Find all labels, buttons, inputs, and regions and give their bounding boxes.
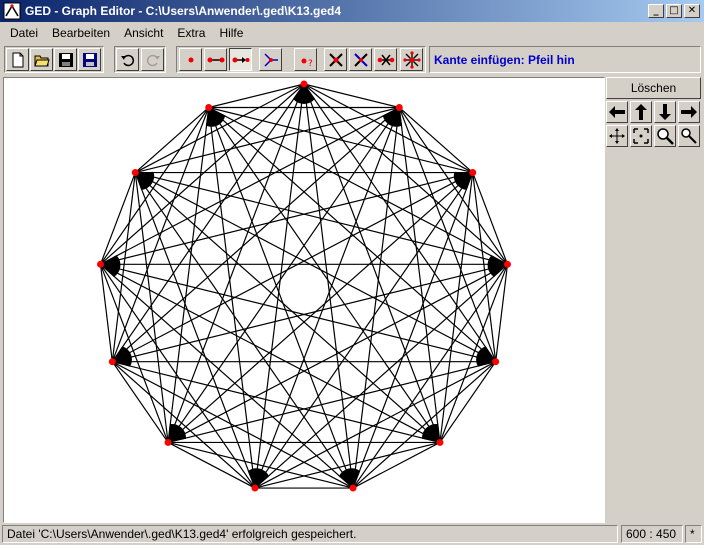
move-node-icon	[263, 52, 278, 67]
svg-text:?: ?	[308, 59, 313, 68]
arrow-down-icon	[659, 104, 671, 120]
add-node-icon	[188, 57, 193, 62]
graph-node[interactable]	[504, 260, 512, 268]
graph-drawing[interactable]	[4, 78, 604, 522]
menu-datei[interactable]: Datei	[3, 26, 45, 40]
add-arrow-edge-button[interactable]	[229, 48, 252, 71]
zoom-in-button[interactable]	[654, 125, 676, 147]
mode-label: Kante einfügen: Pfeil hin	[429, 46, 701, 73]
delete-button[interactable]: Löschen	[606, 77, 701, 99]
fit-icon	[633, 128, 649, 144]
app-icon	[3, 2, 21, 20]
graph-edge[interactable]	[208, 107, 497, 363]
undo-icon	[120, 54, 134, 66]
undo-button[interactable]	[116, 48, 139, 71]
graph-edge[interactable]	[112, 361, 441, 444]
graph-node[interactable]	[300, 80, 308, 88]
scroll-left-button[interactable]	[606, 101, 628, 123]
graph-edge[interactable]	[100, 263, 441, 443]
graph-edge[interactable]	[100, 263, 354, 489]
status-coords: 600 : 450	[621, 525, 683, 543]
explode-node-icon	[402, 50, 421, 69]
close-button[interactable]: ✕	[684, 4, 700, 18]
move-node-button[interactable]	[259, 48, 282, 71]
minimize-button[interactable]: _	[648, 4, 664, 18]
open-folder-icon	[33, 55, 50, 66]
graph-edge[interactable]	[398, 107, 497, 362]
window-title: GED - Graph Editor - C:\Users\Anwender\.…	[25, 4, 342, 18]
graph-node[interactable]	[108, 358, 116, 366]
zoom-out-button[interactable]	[678, 125, 700, 147]
graph-node[interactable]	[96, 260, 104, 268]
expand-icon	[609, 128, 625, 144]
graph-node[interactable]	[436, 438, 444, 446]
arrow-right-icon	[681, 106, 697, 118]
status-message: Datei 'C:\Users\Anwender\.ged\K13.ged4' …	[2, 525, 618, 543]
split-edge-button[interactable]	[374, 48, 397, 71]
scroll-down-button[interactable]	[654, 101, 676, 123]
zoom-out-icon	[681, 128, 697, 144]
scroll-right-button[interactable]	[678, 101, 700, 123]
add-edge-icon	[207, 57, 224, 62]
graph-node[interactable]	[349, 484, 357, 492]
graph-canvas[interactable]	[3, 77, 605, 523]
delete-node-icon	[328, 52, 343, 67]
save-button[interactable]	[54, 48, 77, 71]
menu-ansicht[interactable]: Ansicht	[117, 26, 170, 40]
maximize-button[interactable]: □	[666, 4, 682, 18]
add-edge-button[interactable]	[204, 48, 227, 71]
new-button[interactable]	[6, 48, 29, 71]
side-panel: Löschen	[606, 77, 704, 523]
save-as-icon	[82, 52, 97, 67]
fit-button[interactable]	[630, 125, 652, 147]
add-node-button[interactable]	[179, 48, 202, 71]
graph-node[interactable]	[164, 438, 172, 446]
toolbar: ? Kante einfügen: Pfeil hin	[0, 44, 704, 76]
graph-edge[interactable]	[100, 263, 496, 363]
graph-edge[interactable]	[111, 107, 210, 362]
split-edge-icon	[377, 54, 394, 65]
menu-extra[interactable]: Extra	[170, 26, 212, 40]
graph-edge[interactable]	[439, 264, 509, 443]
explode-node-button[interactable]	[400, 48, 423, 71]
add-arrow-edge-icon	[232, 56, 249, 63]
scroll-up-button[interactable]	[630, 101, 652, 123]
new-icon	[12, 52, 23, 67]
zoom-in-icon	[657, 128, 674, 145]
graph-edge[interactable]	[112, 263, 508, 363]
graph-node[interactable]	[131, 169, 139, 177]
save-as-button[interactable]	[78, 48, 101, 71]
menu-bearbeiten[interactable]: Bearbeiten	[45, 26, 117, 40]
graph-node[interactable]	[469, 169, 477, 177]
graph-node[interactable]	[395, 103, 403, 111]
menu-bar: Datei Bearbeiten Ansicht Extra Hilfe	[0, 22, 704, 44]
graph-edge[interactable]	[99, 264, 169, 443]
title-bar: GED - Graph Editor - C:\Users\Anwender\.…	[0, 0, 704, 22]
graph-edge[interactable]	[167, 263, 508, 443]
graph-edge[interactable]	[167, 361, 496, 444]
expand-button[interactable]	[606, 125, 628, 147]
redo-button[interactable]	[141, 48, 164, 71]
edge-arrowheads	[421, 423, 440, 443]
delete-edge-button[interactable]	[349, 48, 372, 71]
redo-icon	[146, 54, 160, 66]
graph-edge[interactable]	[111, 107, 400, 363]
delete-node-button[interactable]	[324, 48, 347, 71]
graph-node[interactable]	[251, 484, 259, 492]
node-properties-icon: ?	[301, 58, 313, 68]
node-properties-button[interactable]: ?	[294, 48, 317, 71]
status-modified: *	[685, 525, 702, 543]
graph-edge[interactable]	[254, 263, 508, 489]
delete-edge-icon	[353, 52, 368, 67]
edge-arrowheads	[168, 423, 187, 443]
arrow-up-icon	[635, 104, 647, 120]
arrow-left-icon	[609, 106, 625, 118]
status-bar: Datei 'C:\Users\Anwender\.ged\K13.ged4' …	[0, 524, 704, 545]
open-button[interactable]	[30, 48, 53, 71]
graph-node[interactable]	[205, 103, 213, 111]
graph-node[interactable]	[492, 358, 500, 366]
save-icon	[58, 52, 73, 67]
menu-hilfe[interactable]: Hilfe	[212, 26, 250, 40]
